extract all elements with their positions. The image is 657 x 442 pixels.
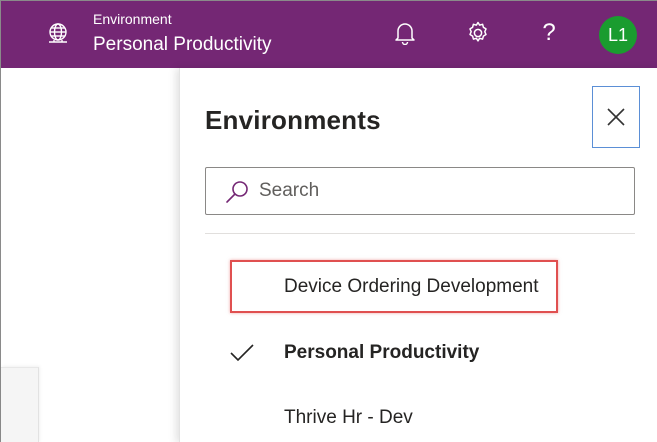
environment-switcher[interactable]: Environment Personal Productivity	[41, 7, 301, 63]
help-button[interactable]: ?	[531, 13, 567, 53]
globe-icon	[49, 23, 67, 43]
settings-button[interactable]	[460, 13, 496, 53]
environment-item-device-ordering-development[interactable]: Device Ordering Development	[205, 264, 635, 310]
bell-icon	[395, 23, 415, 45]
search-icon	[226, 181, 248, 203]
notifications-button[interactable]	[387, 13, 423, 53]
environment-item-thrive-hr-dev[interactable]: Thrive Hr - Dev	[205, 395, 635, 441]
environment-item-label: Device Ordering Development	[284, 276, 539, 297]
help-icon: ?	[542, 19, 556, 46]
panel-title: Environments	[205, 105, 381, 135]
gear-icon	[469, 21, 487, 42]
close-button[interactable]	[592, 86, 640, 148]
checkmark-icon	[230, 344, 254, 362]
environment-item-label: Thrive Hr - Dev	[284, 407, 413, 428]
top-bar: Environment Personal Productivity ? L1	[1, 1, 657, 68]
environment-item-label: Personal Productivity	[284, 342, 480, 363]
background-card	[1, 367, 39, 442]
environments-panel: Environments Device Ordering Development…	[179, 68, 657, 442]
search-input[interactable]	[259, 176, 619, 206]
search-box[interactable]	[205, 167, 635, 215]
user-avatar[interactable]: L1	[599, 16, 637, 54]
divider	[205, 233, 635, 234]
environment-item-personal-productivity[interactable]: Personal Productivity	[205, 330, 635, 376]
environment-name: Personal Productivity	[93, 34, 272, 55]
close-icon	[607, 108, 625, 126]
environment-label: Environment	[93, 11, 172, 27]
